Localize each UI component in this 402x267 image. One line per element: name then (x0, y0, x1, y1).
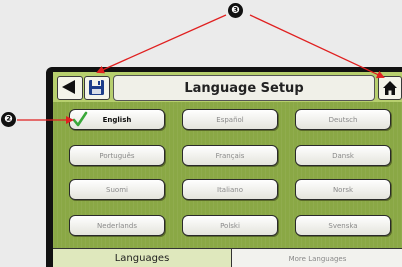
callout-arrow-save (96, 14, 227, 74)
callout-arrow-home (249, 14, 385, 79)
callout-arrows (17, 14, 385, 124)
